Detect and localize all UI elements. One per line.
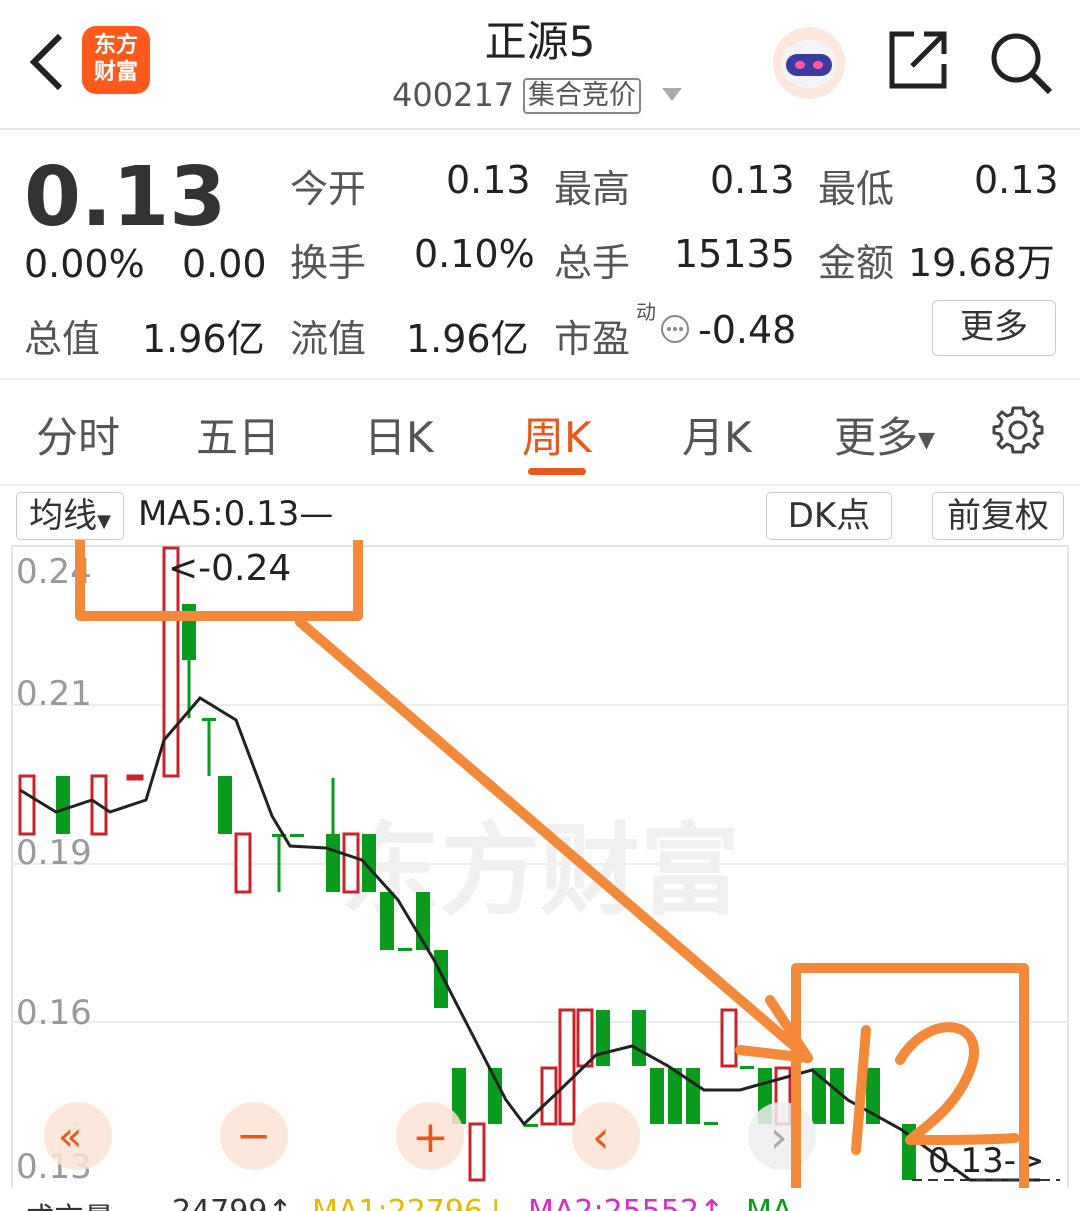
high-value: 0.13 [710, 158, 795, 202]
robot-assistant-icon[interactable] [770, 26, 848, 100]
candle-body [704, 1122, 718, 1125]
logo-line2: 财富 [93, 60, 138, 85]
low-value: 0.13 [974, 158, 1059, 202]
ma5-legend: MA5:0.13— [138, 494, 334, 534]
chevron-right-icon: › [770, 1112, 788, 1163]
stock-code: 400217 [392, 76, 515, 114]
tab-daily-k[interactable]: 日K [364, 404, 434, 465]
tab-weekly-k[interactable]: 周K [522, 404, 592, 465]
info-icon[interactable] [660, 314, 690, 348]
candle-body [558, 1008, 576, 1126]
open-label: 今开 [290, 167, 367, 211]
y-tick-2: 0.19 [16, 833, 92, 873]
candle-body [380, 892, 394, 950]
candle-body [524, 1124, 538, 1127]
amount-label: 金额 [818, 241, 895, 285]
caret-down-icon: ▼ [918, 428, 935, 453]
logo-line1: 东方 [93, 33, 138, 58]
total-value: 1.96亿 [142, 317, 265, 361]
candle-body [218, 776, 232, 834]
candle-body [668, 1068, 682, 1124]
back-icon[interactable] [22, 30, 72, 91]
change-value: 0.00 [182, 242, 267, 286]
pe-label: 市盈 [554, 317, 631, 361]
period-tabs: 分时 五日 日K 周K 月K 更多▼ [0, 380, 1080, 486]
k-line-chart[interactable]: 东方财富 0.24 0.21 0.19 0.16 0.13 <-0.24 0.1… [0, 540, 1080, 1188]
stock-name: 正源5 [484, 17, 596, 66]
header: 东方 财富 正源5 400217 集合竞价 [0, 0, 1080, 130]
candle-body [290, 834, 304, 837]
auction-badge[interactable]: 集合竞价 [523, 78, 641, 114]
y-tick-3: 0.16 [16, 993, 92, 1033]
high-label: 最高 [554, 167, 631, 211]
dk-point-button[interactable]: DK点 [766, 492, 892, 540]
candle-body [342, 832, 360, 894]
pe-superscript: 动 [636, 300, 656, 324]
volume-ma2: MA2:25552↑ [528, 1194, 724, 1211]
pe-value: -0.48 [698, 308, 797, 352]
change-pct: 0.00% [24, 242, 145, 286]
candle-body [434, 950, 448, 1008]
candle-body [326, 834, 340, 892]
candle-body [720, 1008, 738, 1068]
plus-icon: + [412, 1112, 449, 1163]
amount-value: 19.68万 [908, 241, 1055, 285]
volume-value: 15135 [674, 232, 795, 276]
tab-monthly-k[interactable]: 月K [682, 404, 752, 465]
dk-point-label: DK点 [787, 496, 871, 536]
turnover-value: 0.10% [414, 232, 535, 276]
candle-body [202, 718, 216, 721]
ma-mode-label: 均线 [29, 496, 98, 536]
float-value: 1.96亿 [406, 317, 529, 361]
candle-body [398, 948, 412, 951]
candle-body [56, 776, 70, 834]
tab-intraday[interactable]: 分时 [36, 404, 120, 465]
candle-body [650, 1068, 664, 1124]
candle-body [468, 1122, 486, 1182]
candle-body [632, 1010, 646, 1066]
low-label: 最低 [818, 167, 895, 211]
max-price-annotation: <-0.24 [168, 548, 291, 589]
active-tab-indicator [528, 468, 586, 475]
chart-controls: « − + ‹ › [44, 1102, 816, 1170]
candle-body [596, 1010, 610, 1066]
handwritten-digit-two [895, 1022, 1020, 1145]
fast-back-icon: « [58, 1114, 82, 1160]
more-quote-button[interactable]: 更多 [932, 300, 1056, 356]
volume-ma3: MA [746, 1194, 792, 1211]
share-icon[interactable] [888, 30, 948, 90]
candle-body [234, 832, 252, 894]
adjust-mode-button[interactable]: 前复权 [932, 492, 1064, 540]
volume-legend-strip: 成交量 24799↑ MA1:22796↓ MA2:25552↑ MA [0, 1188, 1080, 1211]
tab-more[interactable]: 更多▼ [834, 404, 935, 465]
caret-down-icon: ▼ [97, 511, 111, 532]
chevron-left-icon: ‹ [592, 1112, 610, 1163]
turnover-label: 换手 [290, 241, 367, 285]
handwritten-digit-one [851, 1025, 871, 1155]
tab-five-day[interactable]: 五日 [196, 404, 280, 465]
search-icon[interactable] [988, 30, 1054, 96]
volume-label: 成交量 [24, 1194, 114, 1211]
volume-label: 总手 [554, 241, 631, 285]
total-value-label: 总值 [24, 317, 101, 361]
y-tick-1: 0.21 [16, 674, 92, 714]
candle-body [126, 774, 144, 781]
float-value-label: 流值 [290, 317, 367, 361]
tab-more-label: 更多 [834, 413, 919, 462]
open-value: 0.13 [446, 158, 531, 202]
volume-value: 24799↑ [172, 1194, 293, 1211]
chevron-down-icon[interactable] [662, 88, 682, 101]
ma-mode-select[interactable]: 均线▼ [16, 492, 124, 540]
settings-gear-icon[interactable] [992, 404, 1044, 460]
app-logo: 东方 财富 [82, 26, 150, 94]
minus-icon: − [236, 1111, 271, 1160]
last-price: 0.13 [24, 150, 227, 245]
quote-panel: 0.13 0.00% 0.00 总值 1.96亿 今开 0.13 最高 0.13… [0, 130, 1080, 380]
candle-body [740, 1066, 754, 1069]
volume-ma1: MA1:22796↓ [312, 1194, 508, 1211]
candle-body [18, 774, 36, 836]
candle-body [576, 1008, 594, 1068]
candle-body [686, 1068, 700, 1124]
